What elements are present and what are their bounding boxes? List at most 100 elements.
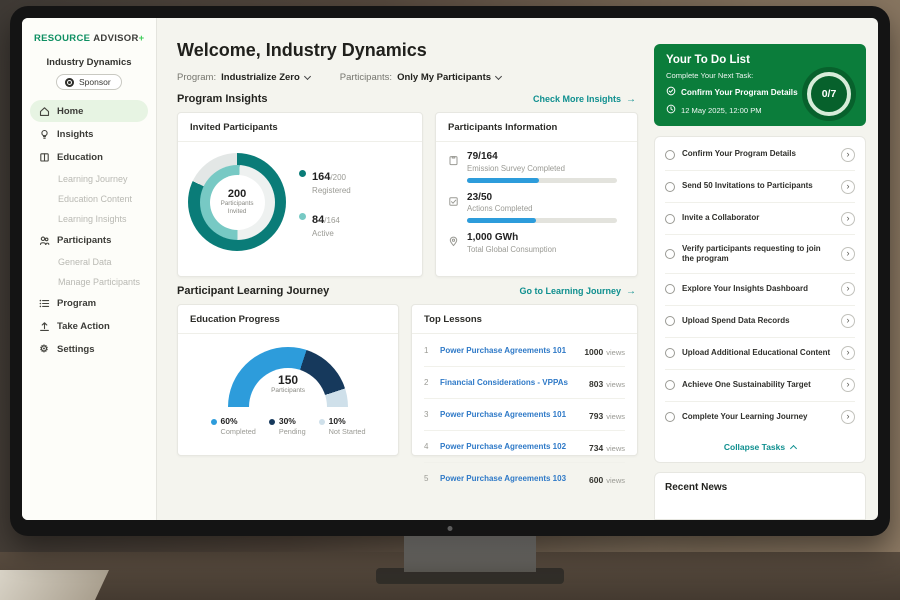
sidebar-item-settings[interactable]: ⚙ Settings [30,338,148,360]
lesson-rank: 3 [424,410,432,419]
task-checkbox[interactable] [665,284,675,294]
task-row-explore-insights[interactable]: Explore Your Insights Dashboard › [665,274,855,306]
task-label: Achieve One Sustainability Target [682,380,834,390]
progress-track [467,218,617,223]
donut-outer-ring: 200 Participants Invited [188,153,286,251]
sidebar-item-learning-journey[interactable]: Learning Journey [30,169,148,188]
program-insights-header: Program Insights Check More Insights → [177,93,636,105]
lesson-views: 600views [589,470,625,488]
sidebar-item-participants[interactable]: Participants [30,229,148,251]
chevron-up-icon [790,445,797,452]
sidebar-item-general-data[interactable]: General Data [30,252,148,271]
participants-filter-value: Only My Participants [397,72,491,83]
todo-panel: Your To Do List Complete Your Next Task:… [650,18,878,520]
task-checkbox[interactable] [665,249,675,259]
program-insights-cards: Invited Participants 200 Participants In… [177,112,638,277]
todo-next-task[interactable]: Confirm Your Program Details [666,86,808,98]
sidebar-item-program[interactable]: Program [30,292,148,314]
task-checkbox[interactable] [665,150,675,160]
program-filter-label: Program: [177,72,216,83]
lesson-link[interactable]: Power Purchase Agreements 101 [440,410,581,419]
task-row-confirm-program[interactable]: Confirm Your Program Details › [665,139,855,171]
card-title: Participants Information [436,113,637,142]
sidebar-item-manage-participants[interactable]: Manage Participants [30,272,148,291]
info-label: Total Global Consumption [467,245,556,254]
sponsor-badge[interactable]: Sponsor [56,74,122,90]
lesson-rank: 1 [424,346,432,355]
task-row-achieve-target[interactable]: Achieve One Sustainability Target › [665,370,855,402]
top-lessons-card: Top Lessons 1 Power Purchase Agreements … [411,304,638,456]
chevron-right-icon[interactable]: › [841,180,855,194]
sidebar-item-label: Home [57,106,83,117]
views-label: views [606,348,625,357]
chevron-right-icon[interactable]: › [841,247,855,261]
lesson-rank: 4 [424,442,432,451]
check-square-icon [448,194,459,224]
learning-journey-cards: Education Progress 150 Participants [177,304,638,456]
views-count: 600 [589,475,603,485]
sidebar-item-learning-insights[interactable]: Learning Insights [30,209,148,228]
monitor-stand [404,530,536,572]
sidebar-item-take-action[interactable]: Take Action [30,315,148,337]
arrow-right-icon: → [626,286,636,297]
chevron-right-icon[interactable]: › [841,148,855,162]
home-icon [38,106,50,117]
sidebar-item-label: Take Action [57,321,110,332]
sidebar-item-label: General Data [58,257,112,267]
task-row-verify-participants[interactable]: Verify participants requesting to join t… [665,235,855,274]
task-label: Upload Additional Educational Content [682,348,834,358]
legend-total: /164 [324,216,340,225]
lesson-link[interactable]: Power Purchase Agreements 101 [440,346,576,355]
info-value: 79/164 [467,151,617,162]
legend-dot-active [299,213,306,220]
logo-text-secondary: ADVISOR [93,33,138,44]
book-icon [38,152,50,163]
chevron-right-icon[interactable]: › [841,410,855,424]
lesson-link[interactable]: Power Purchase Agreements 103 [440,474,581,483]
legend-label: Completed [221,427,256,436]
sidebar-item-education-content[interactable]: Education Content [30,189,148,208]
views-label: views [606,412,625,421]
chevron-right-icon[interactable]: › [841,346,855,360]
participants-filter-label: Participants: [340,72,392,83]
chevron-right-icon[interactable]: › [841,378,855,392]
sidebar-item-label: Manage Participants [58,277,140,287]
info-label: Actions Completed [467,204,617,213]
check-more-insights-link[interactable]: Check More Insights → [533,94,636,105]
participants-filter-dropdown[interactable]: Participants: Only My Participants [340,72,501,83]
sidebar-item-insights[interactable]: Insights [30,123,148,145]
learning-journey-header: Participant Learning Journey Go to Learn… [177,285,636,297]
task-checkbox[interactable] [665,182,675,192]
task-checkbox[interactable] [665,380,675,390]
chevron-right-icon[interactable]: › [841,282,855,296]
chevron-right-icon[interactable]: › [841,212,855,226]
lesson-link[interactable]: Power Purchase Agreements 102 [440,442,581,451]
legend-label: Registered [312,186,351,195]
task-row-upload-spend-data[interactable]: Upload Spend Data Records › [665,306,855,338]
sidebar-item-label: Learning Journey [58,174,128,184]
collapse-tasks-button[interactable]: Collapse Tasks [665,433,855,460]
task-checkbox[interactable] [665,214,675,224]
chevron-right-icon[interactable]: › [841,314,855,328]
task-row-upload-educational-content[interactable]: Upload Additional Educational Content › [665,338,855,370]
task-checkbox[interactable] [665,412,675,422]
task-row-send-invitations[interactable]: Send 50 Invitations to Participants › [665,171,855,203]
location-pin-icon [448,234,459,254]
task-row-invite-collaborator[interactable]: Invite a Collaborator › [665,203,855,235]
todo-progress-value: 0/7 [807,72,851,116]
task-checkbox[interactable] [665,316,675,326]
program-filter-dropdown[interactable]: Program: Industrialize Zero [177,72,310,83]
legend-value: 164 [312,171,330,183]
task-label: Invite a Collaborator [682,213,834,223]
lesson-link[interactable]: Financial Considerations - VPPAs [440,378,581,387]
task-checkbox[interactable] [665,348,675,358]
participants-information-card: Participants Information 79/164 Emission… [435,112,638,277]
legend-label: Pending [279,427,306,436]
sidebar-item-education[interactable]: Education [30,146,148,168]
task-row-complete-learning-journey[interactable]: Complete Your Learning Journey › [665,402,855,433]
todo-title: Your To Do List [666,54,854,66]
sidebar-item-home[interactable]: Home [30,100,148,122]
go-to-learning-journey-link[interactable]: Go to Learning Journey → [519,286,636,297]
views-count: 793 [589,411,603,421]
lesson-views: 793views [589,406,625,424]
